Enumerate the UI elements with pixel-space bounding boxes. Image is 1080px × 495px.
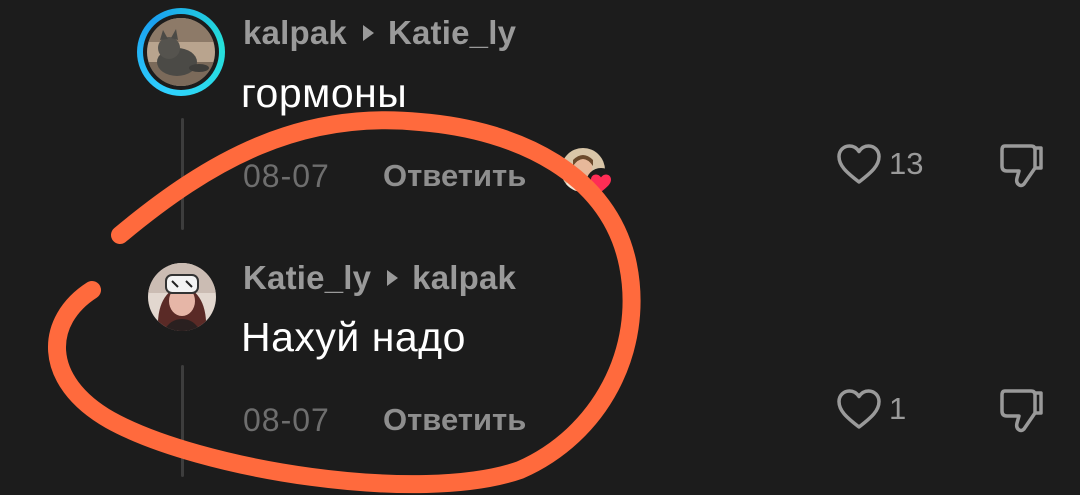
dislike-button[interactable] bbox=[997, 385, 1045, 440]
story-ring[interactable] bbox=[137, 8, 225, 96]
reply-to-username[interactable]: kalpak bbox=[412, 259, 516, 297]
comment-header: kalpak Katie_ly bbox=[243, 14, 516, 52]
like-count: 1 bbox=[889, 391, 907, 426]
reply-to-username[interactable]: Katie_ly bbox=[388, 14, 516, 52]
author-liked-badge bbox=[561, 148, 616, 198]
comment-date: 08-07 bbox=[243, 158, 330, 194]
thread-line bbox=[181, 118, 184, 230]
girl-avatar[interactable] bbox=[148, 263, 216, 331]
thumbs-down-icon bbox=[1000, 389, 1043, 433]
comment-header: Katie_ly kalpak bbox=[243, 259, 516, 297]
author-username[interactable]: kalpak bbox=[243, 14, 347, 52]
thumbs-down-icon bbox=[1000, 144, 1043, 188]
cat-avatar[interactable] bbox=[147, 18, 215, 86]
thread-line bbox=[181, 365, 184, 477]
comment-text: Нахуй надо bbox=[241, 314, 466, 360]
comment-text: гормоны bbox=[241, 70, 408, 116]
caret-right-icon bbox=[362, 25, 374, 41]
like-button[interactable]: 1 bbox=[835, 387, 906, 431]
caret-right-icon bbox=[387, 270, 399, 286]
heart-outline-icon bbox=[837, 144, 881, 184]
like-count: 13 bbox=[889, 146, 924, 181]
heart-badge-icon bbox=[586, 168, 616, 198]
heart-outline-icon bbox=[837, 389, 881, 429]
comment-date: 08-07 bbox=[243, 402, 330, 438]
author-username[interactable]: Katie_ly bbox=[243, 259, 371, 297]
reply-button[interactable]: Ответить bbox=[383, 402, 526, 438]
like-button[interactable]: 13 bbox=[835, 142, 923, 186]
dislike-button[interactable] bbox=[997, 140, 1045, 195]
comments-screen: kalpak Katie_ly гормоны 08-07 Ответить 1… bbox=[0, 0, 1080, 495]
reply-button[interactable]: Ответить bbox=[383, 158, 526, 194]
